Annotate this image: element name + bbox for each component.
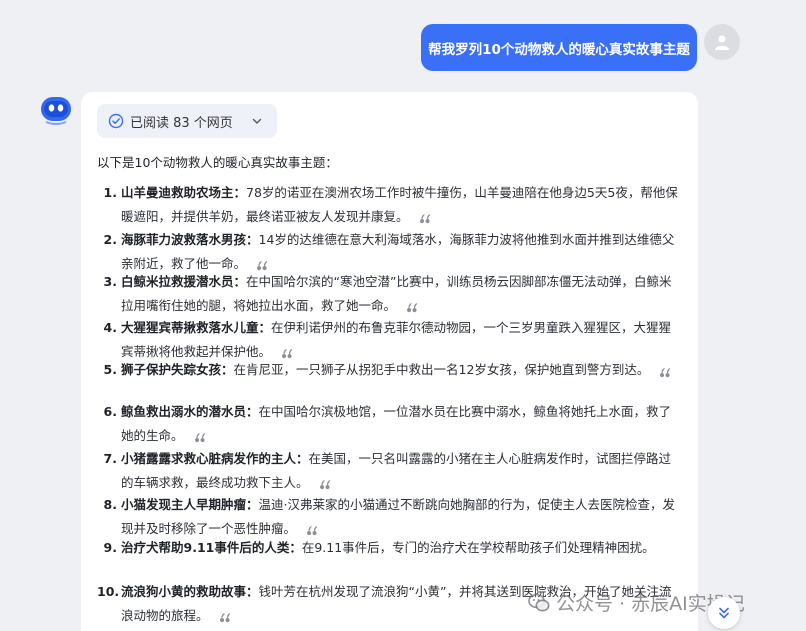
list-item: 2. 海豚菲力波救落水男孩：14岁的达维德在意大利海域落水，海豚菲力波将他推到水… — [97, 228, 682, 275]
list-item: 7. 小猪露露求救心脏病发作的主人：在美国，一只名叫露露的小猪在主人心脏病发作时… — [97, 447, 682, 494]
scroll-down-button[interactable] — [708, 597, 740, 629]
read-sources-label: 已阅读 83 个网页 — [130, 115, 233, 131]
list-item-title: 鲸鱼救出溺水的潜水员： — [121, 404, 259, 419]
bot-avatar-icon — [41, 97, 71, 125]
list-item-number: 2. — [103, 232, 117, 247]
list-item-title: 小猪露露求救心脏病发作的主人： — [121, 451, 309, 466]
scroll-down-icon — [719, 607, 729, 619]
list-item-number: 3. — [103, 274, 117, 289]
answer-card: 已阅读 83 个网页 以下是10个动物救人的暖心真实故事主题： 1. 山羊曼迪救… — [81, 92, 698, 631]
wechat-icon — [528, 593, 550, 611]
list-item-title: 狮子保护失踪女孩： — [121, 362, 234, 377]
list-item-number: 6. — [103, 404, 117, 419]
quote-icon[interactable] — [256, 257, 270, 271]
quote-icon[interactable] — [419, 210, 433, 224]
list-item-text: 在肯尼亚，一只狮子从拐犯手中救出一名12岁女孩，保护她直到警方到达。 — [233, 362, 650, 377]
list-item-number: 4. — [103, 320, 117, 335]
list-item-title: 大猩猩宾蒂揪救落水儿童： — [121, 320, 272, 335]
list-item: 8. 小猫发现主人早期肿瘤：温迪·汉弗莱家的小猫通过不断跳向她胸部的行为，促使主… — [97, 493, 682, 540]
quote-icon[interactable] — [281, 345, 295, 359]
check-circle-icon — [108, 113, 124, 129]
list-item: 3. 白鲸米拉救援潜水员：在中国哈尔滨的“寒池空潜”比赛中，训练员杨云因脚部冻僵… — [97, 270, 682, 317]
quote-icon[interactable] — [306, 522, 320, 536]
list-item-title: 白鲸米拉救援潜水员： — [121, 274, 247, 289]
list-item-number: 7. — [103, 451, 117, 466]
quote-icon[interactable] — [406, 299, 420, 313]
list-item-title: 海豚菲力波救落水男孩： — [121, 232, 259, 247]
list-item: 9. 治疗犬帮助9.11事件后的人类：在9.11事件后，专门的治疗犬在学校帮助孩… — [97, 536, 682, 560]
list-item-number: 10. — [97, 584, 120, 599]
list-item: 5. 狮子保护失踪女孩：在肯尼亚，一只狮子从拐犯手中救出一名12岁女孩，保护她直… — [97, 358, 682, 382]
user-message-bubble: 帮我罗列10个动物救人的暖心真实故事主题 — [421, 24, 697, 71]
list-item-text: 在9.11事件后，专门的治疗犬在学校帮助孩子们处理精神困扰。 — [301, 540, 655, 555]
list-item-number: 5. — [103, 362, 117, 377]
answer-intro: 以下是10个动物救人的暖心真实故事主题： — [97, 155, 338, 170]
quote-icon[interactable] — [319, 476, 333, 490]
list-item-number: 9. — [103, 540, 117, 555]
quote-icon[interactable] — [194, 429, 208, 443]
list-item-title: 治疗犬帮助9.11事件后的人类： — [121, 540, 302, 555]
quote-icon[interactable] — [659, 364, 673, 378]
list-item: 4. 大猩猩宾蒂揪救落水儿童：在伊利诺伊州的布鲁克菲尔德动物园，一个三岁男童跌入… — [97, 316, 682, 363]
list-item-number: 1. — [103, 185, 117, 200]
list-item: 1. 山羊曼迪救助农场主：78岁的诺亚在澳洲农场工作时被牛撞伤，山羊曼迪陪在他身… — [97, 181, 682, 228]
list-item-number: 8. — [103, 497, 117, 512]
quote-icon[interactable] — [219, 609, 233, 623]
list-item-title: 小猫发现主人早期肿瘤： — [121, 497, 259, 512]
list-item: 6. 鲸鱼救出溺水的潜水员：在中国哈尔滨极地馆，一位潜水员在比赛中溺水，鲸鱼将她… — [97, 400, 682, 447]
chevron-down-icon — [252, 118, 262, 124]
list-item-title: 流浪狗小黄的救助故事： — [121, 584, 259, 599]
list-item-title: 山羊曼迪救助农场主： — [121, 185, 247, 200]
read-sources-chip[interactable]: 已阅读 83 个网页 — [97, 104, 277, 138]
user-message-text: 帮我罗列10个动物救人的暖心真实故事主题 — [428, 41, 690, 58]
user-avatar-icon[interactable] — [704, 24, 740, 60]
